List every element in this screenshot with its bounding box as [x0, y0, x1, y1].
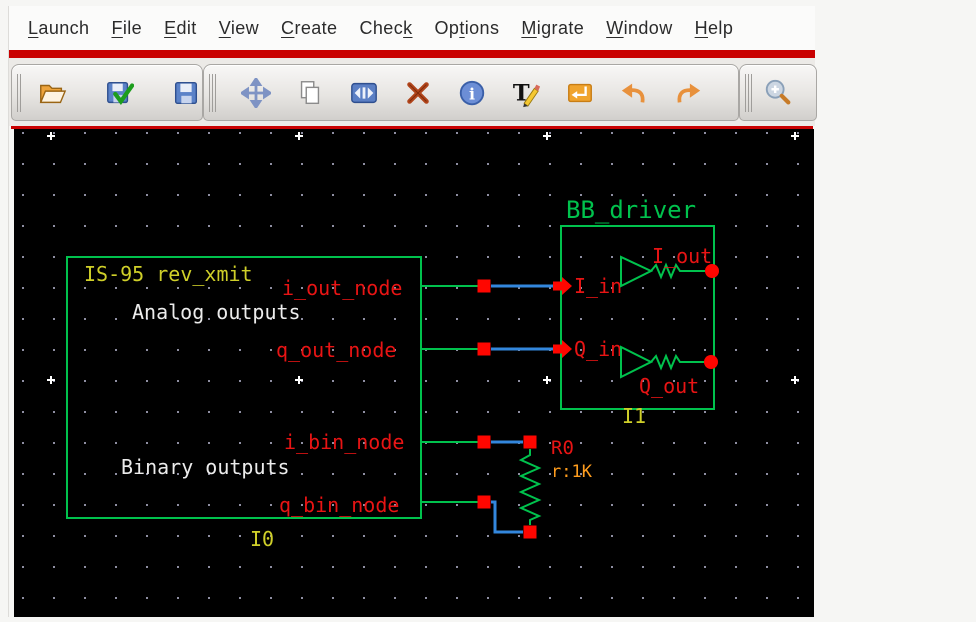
resistor-symbol[interactable]	[518, 449, 542, 525]
pin-arrow-q-in[interactable]	[553, 340, 572, 358]
save-check-button[interactable]	[103, 77, 135, 109]
instance-icon	[565, 78, 595, 108]
bb-pin-i-out-label[interactable]: I_out	[652, 244, 712, 268]
copy-button[interactable]	[294, 77, 326, 109]
is95-instance[interactable]: IS-95 rev_xmit Analog outputs Binary out…	[66, 256, 422, 551]
grid-cross-marker	[295, 376, 303, 384]
open-folder-button[interactable]	[36, 77, 68, 109]
blue-wires[interactable]	[491, 284, 554, 534]
edit-text-icon: T	[511, 78, 541, 108]
menu-item-launch[interactable]: Launch	[17, 18, 100, 39]
menu-item-window[interactable]: Window	[595, 18, 683, 39]
toolbar-panel-edit: iT	[203, 64, 739, 121]
bb-pin-i-in-label[interactable]: I_in	[574, 274, 622, 298]
is95-instance-name[interactable]: I0	[250, 527, 274, 551]
instance-button[interactable]	[564, 77, 596, 109]
open-folder-icon	[37, 78, 67, 108]
bb-pin-q-out-label[interactable]: Q_out	[639, 374, 699, 398]
menu-item-help[interactable]: Help	[684, 18, 745, 39]
svg-text:i: i	[469, 84, 475, 103]
pin-arrow-i-in[interactable]	[553, 277, 572, 295]
delete-button[interactable]	[402, 77, 434, 109]
wire-q-bin-blue[interactable]	[491, 500, 523, 534]
is95-pin-i-bin-label[interactable]: i_bin_node	[284, 430, 404, 454]
accent-band	[9, 50, 815, 58]
undo-button[interactable]	[618, 77, 650, 109]
bb-driver-instance[interactable]: BB_driver I_in Q_in I_out Q_out I1	[553, 196, 719, 428]
edit-text-button[interactable]: T	[510, 77, 542, 109]
resistor-name-label[interactable]: R0	[551, 437, 574, 459]
menu-item-view[interactable]: View	[208, 18, 270, 39]
properties-icon: i	[457, 78, 487, 108]
is95-title-label[interactable]: IS-95 rev_xmit	[84, 262, 253, 286]
toolbar-panel-zoom	[739, 64, 817, 121]
bb-pin-q-in-label[interactable]: Q_in	[574, 337, 622, 361]
grid-cross-marker	[47, 376, 55, 384]
resistor-bottom-terminal[interactable]	[523, 525, 537, 539]
properties-button[interactable]: i	[456, 77, 488, 109]
move-icon	[241, 77, 271, 108]
solder-square[interactable]	[477, 342, 491, 356]
toolbar-grip[interactable]	[17, 73, 22, 112]
solder-square[interactable]	[477, 495, 491, 509]
grid-cross-marker	[791, 376, 799, 384]
toolbar-grip[interactable]	[209, 73, 218, 112]
menu-item-create[interactable]: Create	[270, 18, 348, 39]
redo-icon	[673, 78, 703, 108]
is95-analog-note[interactable]: Analog outputs	[132, 300, 301, 324]
is95-pin-q-out-label[interactable]: q_out_node	[276, 338, 396, 362]
redo-button[interactable]	[672, 77, 704, 109]
save-icon	[171, 78, 201, 108]
application-window: Launch File Edit View Create Check Options Migr…	[8, 6, 817, 617]
solder-points[interactable]	[477, 279, 537, 539]
zoom-in-icon	[763, 78, 793, 108]
save-check-icon	[104, 78, 134, 108]
save-button[interactable]	[170, 77, 202, 109]
menu-item-migrate[interactable]: Migrate	[510, 18, 595, 39]
delete-icon	[403, 78, 433, 108]
bb-q-channel-symbol[interactable]	[620, 345, 704, 379]
grid-cross-marker	[543, 376, 551, 384]
bb-driver-title-label[interactable]: BB_driver	[566, 196, 696, 224]
toolbar-grip[interactable]	[745, 73, 754, 112]
output-dot-q[interactable]	[704, 355, 718, 369]
menu-bar: Launch File Edit View Create Check Options Migr…	[9, 6, 815, 50]
stretch-button[interactable]	[348, 77, 380, 109]
schematic-canvas[interactable]: IS-95 rev_xmit Analog outputs Binary out…	[14, 129, 814, 617]
undo-icon	[619, 78, 649, 108]
menu-item-file[interactable]: File	[100, 18, 153, 39]
toolbar-panel-file	[11, 64, 203, 121]
solder-square[interactable]	[477, 279, 491, 293]
is95-pin-q-bin-label[interactable]: q_bin_node	[279, 493, 399, 517]
toolbar: iT	[9, 58, 817, 126]
move-button[interactable]	[240, 77, 272, 109]
is95-binary-note[interactable]: Binary outputs	[121, 455, 290, 479]
stretch-icon	[349, 78, 379, 108]
resistor-r0[interactable]: R0 r:1K	[518, 437, 593, 525]
resistor-top-terminal[interactable]	[523, 435, 537, 449]
zoom-in-button[interactable]	[762, 77, 794, 109]
resistor-value-label[interactable]: r:1K	[551, 462, 593, 482]
solder-square[interactable]	[477, 435, 491, 449]
menu-item-edit[interactable]: Edit	[153, 18, 208, 39]
green-wires[interactable]	[421, 285, 478, 503]
copy-icon	[295, 78, 325, 108]
bb-instance-name[interactable]: I1	[622, 404, 646, 428]
is95-pin-i-out-label[interactable]: i_out_node	[282, 276, 402, 300]
menu-item-check[interactable]: Check	[348, 18, 423, 39]
menu-item-options[interactable]: Options	[424, 18, 511, 39]
